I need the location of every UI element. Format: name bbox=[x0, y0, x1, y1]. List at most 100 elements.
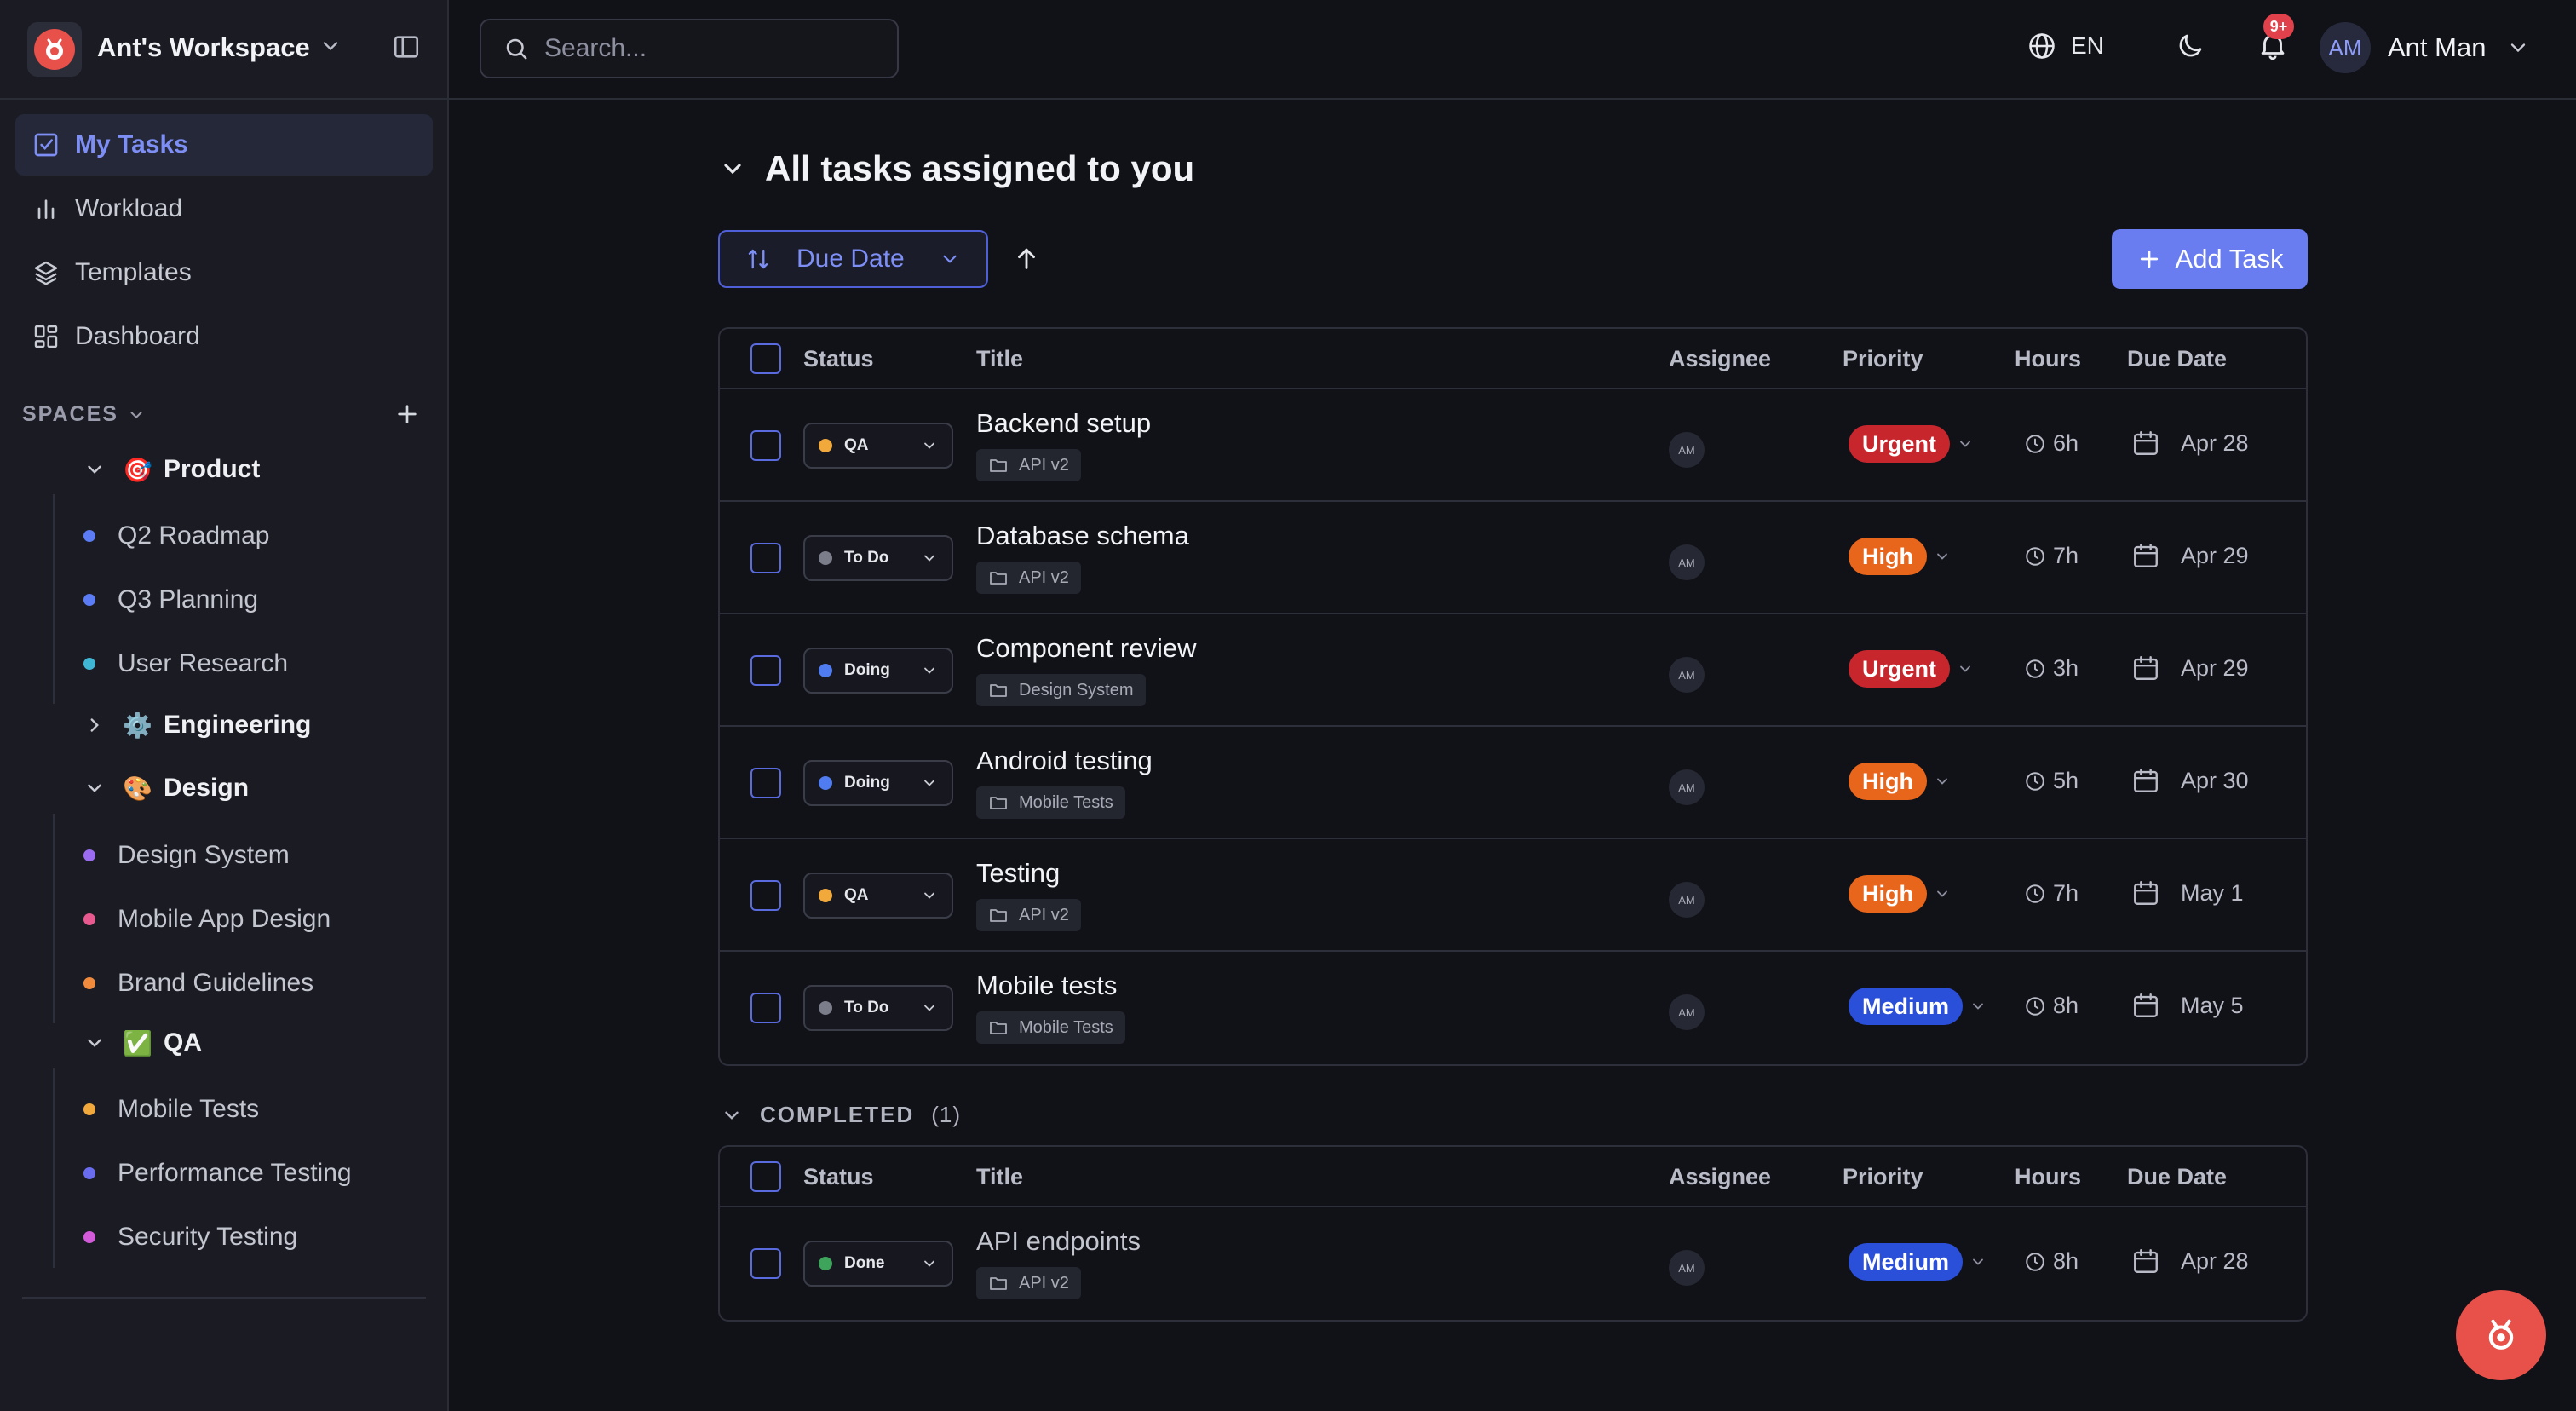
priority-select[interactable]: High bbox=[1849, 763, 1951, 800]
chevron-down-icon[interactable] bbox=[319, 34, 342, 62]
select-all-checkbox[interactable] bbox=[750, 1161, 781, 1192]
list-item-performance-testing[interactable]: Performance Testing bbox=[83, 1159, 352, 1188]
completed-header[interactable]: COMPLETED (1) bbox=[721, 1102, 961, 1128]
arrow-up-icon[interactable] bbox=[1012, 244, 1041, 277]
due-date[interactable]: Apr 29 bbox=[2131, 541, 2249, 570]
select-all-checkbox[interactable] bbox=[750, 343, 781, 374]
space-qa[interactable]: ✅ QA bbox=[82, 1028, 202, 1057]
status-select[interactable]: QA bbox=[803, 873, 953, 919]
task-title[interactable]: Database schema bbox=[976, 521, 1189, 551]
space-product[interactable]: 🎯 Product bbox=[82, 455, 260, 484]
avatar[interactable]: AM bbox=[1669, 769, 1705, 805]
space-engineering[interactable]: ⚙️ Engineering bbox=[82, 711, 311, 740]
project-tag[interactable]: Mobile Tests bbox=[976, 1011, 1125, 1044]
status-select[interactable]: To Do bbox=[803, 985, 953, 1031]
task-title[interactable]: Testing bbox=[976, 858, 1060, 889]
table-row[interactable]: QA Testing API v2 AM High 7h May 1 bbox=[720, 839, 2306, 952]
sidebar-item-my-tasks[interactable]: My Tasks bbox=[15, 114, 433, 176]
sidebar-item-templates[interactable]: Templates bbox=[15, 242, 433, 303]
table-row[interactable]: QA Backend setup API v2 AM Urgent 6h Apr… bbox=[720, 389, 2306, 502]
avatar[interactable]: AM bbox=[1669, 657, 1705, 693]
chevron-right-icon[interactable] bbox=[82, 714, 107, 736]
list-item-design-system[interactable]: Design System bbox=[83, 841, 290, 870]
row-checkbox[interactable] bbox=[750, 655, 781, 686]
due-date[interactable]: Apr 28 bbox=[2131, 1247, 2249, 1276]
due-date[interactable]: Apr 29 bbox=[2131, 654, 2249, 682]
avatar[interactable]: AM bbox=[1669, 882, 1705, 918]
space-design[interactable]: 🎨 Design bbox=[82, 774, 249, 803]
status-select[interactable]: Doing bbox=[803, 648, 953, 694]
project-tag[interactable]: API v2 bbox=[976, 1267, 1081, 1299]
add-task-button[interactable]: Add Task bbox=[2112, 229, 2308, 289]
status-select[interactable]: To Do bbox=[803, 535, 953, 581]
row-checkbox[interactable] bbox=[750, 543, 781, 573]
status-select[interactable]: Doing bbox=[803, 760, 953, 806]
list-item-mobile-app-design[interactable]: Mobile App Design bbox=[83, 905, 331, 934]
chevron-down-icon bbox=[921, 775, 938, 792]
task-title[interactable]: Backend setup bbox=[976, 408, 1151, 439]
row-checkbox[interactable] bbox=[750, 1248, 781, 1279]
row-checkbox[interactable] bbox=[750, 880, 781, 911]
priority-select[interactable]: Urgent bbox=[1849, 650, 1974, 688]
list-item-user-research[interactable]: User Research bbox=[83, 649, 288, 678]
chevron-down-icon[interactable] bbox=[82, 458, 107, 481]
priority-select[interactable]: Medium bbox=[1849, 1243, 1987, 1281]
task-title[interactable]: Component review bbox=[976, 633, 1196, 664]
language-selector[interactable]: EN bbox=[2027, 31, 2104, 61]
list-item-q3-planning[interactable]: Q3 Planning bbox=[83, 585, 258, 614]
status-select[interactable]: QA bbox=[803, 423, 953, 469]
table-row[interactable]: Doing Android testing Mobile Tests AM Hi… bbox=[720, 727, 2306, 839]
priority-select[interactable]: Urgent bbox=[1849, 425, 1974, 463]
project-tag[interactable]: API v2 bbox=[976, 899, 1081, 931]
row-checkbox[interactable] bbox=[750, 768, 781, 798]
priority-select[interactable]: High bbox=[1849, 538, 1951, 575]
user-menu[interactable]: AM Ant Man bbox=[2320, 22, 2530, 73]
table-row[interactable]: To Do Database schema API v2 AM High 7h … bbox=[720, 502, 2306, 614]
priority-select[interactable]: High bbox=[1849, 875, 1951, 913]
add-space-icon[interactable] bbox=[394, 400, 421, 432]
list-item-q2-roadmap[interactable]: Q2 Roadmap bbox=[83, 521, 269, 550]
sidebar-item-label: Dashboard bbox=[75, 322, 200, 350]
sidebar-toggle-icon[interactable] bbox=[392, 32, 421, 66]
table-row[interactable]: Doing Component review Design System AM … bbox=[720, 614, 2306, 727]
due-date[interactable]: Apr 30 bbox=[2131, 766, 2249, 795]
task-title[interactable]: Android testing bbox=[976, 746, 1153, 776]
project-tag[interactable]: API v2 bbox=[976, 562, 1081, 594]
row-checkbox[interactable] bbox=[750, 993, 781, 1023]
search-box[interactable] bbox=[480, 19, 899, 78]
due-date[interactable]: Apr 28 bbox=[2131, 429, 2249, 458]
list-item-mobile-tests[interactable]: Mobile Tests bbox=[83, 1095, 259, 1124]
priority-select[interactable]: Medium bbox=[1849, 988, 1987, 1025]
avatar[interactable]: AM bbox=[1669, 1250, 1705, 1286]
sidebar-item-workload[interactable]: Workload bbox=[15, 178, 433, 239]
project-tag[interactable]: Design System bbox=[976, 674, 1146, 706]
language-label: EN bbox=[2071, 32, 2104, 59]
row-checkbox[interactable] bbox=[750, 430, 781, 461]
chevron-down-icon[interactable] bbox=[82, 777, 107, 799]
chevron-down-icon[interactable] bbox=[82, 1032, 107, 1054]
section-header[interactable]: All tasks assigned to you bbox=[719, 148, 1194, 189]
table-row[interactable]: Done API endpoints API v2 AM Medium 8h A… bbox=[720, 1207, 2306, 1320]
help-fab-button[interactable] bbox=[2456, 1290, 2546, 1380]
workspace-logo[interactable] bbox=[27, 22, 82, 77]
status-select[interactable]: Done bbox=[803, 1241, 953, 1287]
sidebar-item-dashboard[interactable]: Dashboard bbox=[15, 306, 433, 367]
project-tag[interactable]: Mobile Tests bbox=[976, 786, 1125, 819]
avatar[interactable]: AM bbox=[1669, 544, 1705, 580]
list-item-brand-guidelines[interactable]: Brand Guidelines bbox=[83, 969, 313, 998]
space-name: Design bbox=[164, 774, 250, 802]
avatar[interactable]: AM bbox=[1669, 994, 1705, 1030]
spaces-header[interactable]: SPACES bbox=[22, 402, 146, 427]
due-date[interactable]: May 1 bbox=[2131, 878, 2244, 907]
moon-icon[interactable] bbox=[2175, 31, 2205, 66]
project-tag[interactable]: API v2 bbox=[976, 449, 1081, 481]
workspace-name[interactable]: Ant's Workspace bbox=[97, 32, 310, 63]
task-title[interactable]: Mobile tests bbox=[976, 970, 1117, 1001]
due-date[interactable]: May 5 bbox=[2131, 991, 2244, 1020]
list-item-security-testing[interactable]: Security Testing bbox=[83, 1223, 297, 1252]
search-input[interactable] bbox=[544, 34, 868, 63]
table-row[interactable]: To Do Mobile tests Mobile Tests AM Mediu… bbox=[720, 952, 2306, 1064]
avatar[interactable]: AM bbox=[1669, 432, 1705, 468]
task-title[interactable]: API endpoints bbox=[976, 1226, 1141, 1257]
sort-select[interactable]: Due Date bbox=[718, 230, 988, 288]
